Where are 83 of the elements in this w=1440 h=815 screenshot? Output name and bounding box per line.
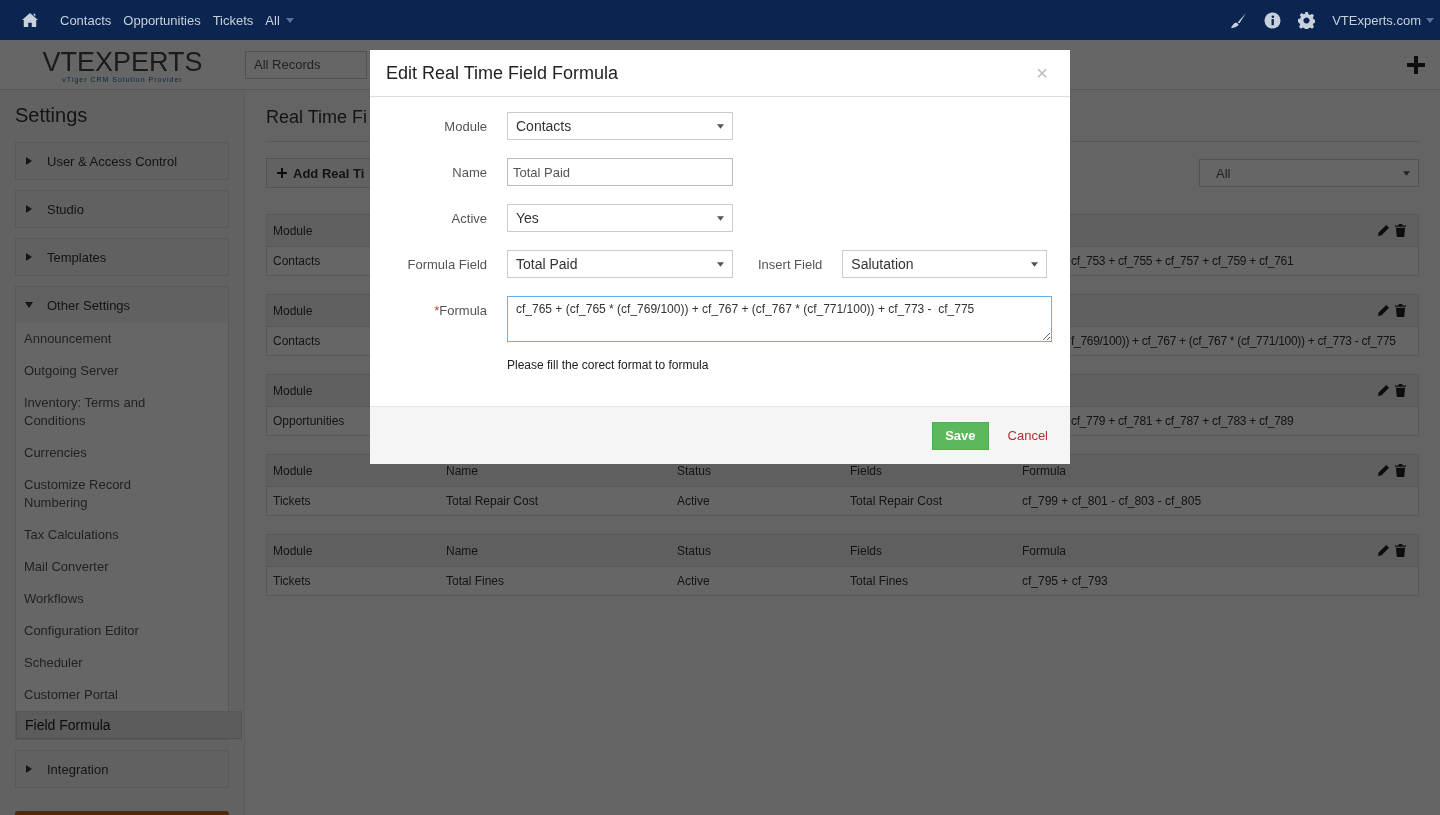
home-icon[interactable] [21,12,39,28]
table-cell: Contacts [273,334,321,348]
delete-icon[interactable] [1395,224,1406,237]
delete-icon[interactable] [1395,304,1406,317]
edit-icon[interactable] [1377,464,1390,477]
table-cell: Total Fines [850,574,909,588]
table-cell: Total Repair Cost [446,494,539,508]
column-header: Module [273,303,313,318]
settings-icon[interactable] [1298,11,1316,29]
column-header: Module [273,463,313,478]
field-label: Formula Field [406,256,487,272]
cancel-link[interactable]: Cancel [1007,428,1048,443]
plus-icon [277,168,287,178]
nav-link[interactable]: Contacts [60,12,112,28]
collapsed-arrow-icon [25,205,33,213]
column-header: Formula [1022,463,1066,478]
formula-textarea[interactable]: cf_765 + (cf_765 * (cf_769/100)) + cf_767 + (cf_767 * (cf_771/100)) + cf_773 - cf_775 [507,296,1052,342]
field-label: Insert Field [758,256,823,272]
edit-icon[interactable] [1377,384,1390,397]
filter-dropdown[interactable]: All [1199,159,1419,187]
column-header: Module [273,543,313,558]
delete-icon[interactable] [1395,384,1406,397]
field-label: Name [451,164,487,180]
user-menu[interactable]: VTExperts.com [1332,12,1421,28]
table-cell: Contacts [273,254,321,268]
caret-icon [717,261,724,267]
column-header: Fields [850,543,882,558]
field-label: Active [450,210,487,226]
sidebar-item[interactable]: Field Formula [16,711,242,739]
field-label: *Formula [433,302,487,318]
table-cell: f_769/100)) + cf_767 + (cf_767 * (cf_771/100)) + cf_773 - cf_775 [1071,334,1396,348]
nav-link[interactable]: All [265,12,280,28]
table-cell: Opportunities [273,414,345,428]
table-cell: Tickets [273,494,311,508]
caret-icon [717,123,724,129]
delete-icon[interactable] [1395,464,1406,477]
name-input[interactable]: Total Paid [507,158,733,186]
caret-icon [285,17,294,23]
table-cell: cf_779 + cf_781 + cf_787 + cf_783 + cf_789 [1071,414,1294,428]
column-header: Fields [850,463,882,478]
edit-icon[interactable] [1377,304,1390,317]
table-cell: cf_795 + cf_793 [1022,574,1108,588]
field-label: Module [443,118,487,134]
column-header: Name [446,463,478,478]
select-field[interactable]: Total Paid [507,250,733,278]
logo-text: VTEXPERTS [42,48,203,76]
column-header: Formula [1022,543,1066,558]
close-button[interactable]: × [1030,61,1054,85]
caret-icon [1403,170,1410,176]
collapsed-arrow-icon [25,253,33,261]
info-icon[interactable] [1264,11,1282,29]
expanded-arrow-icon [25,301,33,309]
record-filter-dropdown[interactable]: All Records [245,50,367,79]
select-field[interactable]: Contacts [507,112,733,140]
collapsed-arrow-icon [25,157,33,165]
table-cell: Total Fines [446,574,505,588]
table-cell: Total Repair Cost [850,494,943,508]
column-header: Module [273,223,313,238]
edit-icon[interactable] [1377,224,1390,237]
select-field[interactable]: Yes [507,204,733,232]
table-cell: Active [677,494,710,508]
column-header: Status [677,463,712,478]
caret-icon [1426,17,1434,23]
column-header: Name [446,543,478,558]
edit-icon[interactable] [1377,544,1390,557]
table-cell: Tickets [273,574,311,588]
caret-icon [717,215,724,221]
help-text: Please fill the corect format to formula [506,358,710,372]
column-header: Module [273,383,313,398]
collapsed-arrow-icon [25,765,33,773]
table-cell: cf_753 + cf_755 + cf_757 + cf_759 + cf_761 [1071,254,1294,268]
column-header: Status [677,543,712,558]
nav-link[interactable]: Tickets [212,12,254,28]
table-cell: cf_799 + cf_801 - cf_803 - cf_805 [1022,494,1202,508]
delete-icon[interactable] [1395,544,1406,557]
plus-icon[interactable] [1407,55,1425,74]
caret-icon [1031,261,1039,267]
modal-title: Edit Real Time Field Formula [386,62,619,84]
select-field[interactable]: Salutation [842,250,1048,278]
sidebar-title: Settings [15,104,89,127]
save-button[interactable]: Save [932,421,989,450]
nav-link[interactable]: Opportunities [123,12,201,28]
table-cell: Active [677,574,710,588]
